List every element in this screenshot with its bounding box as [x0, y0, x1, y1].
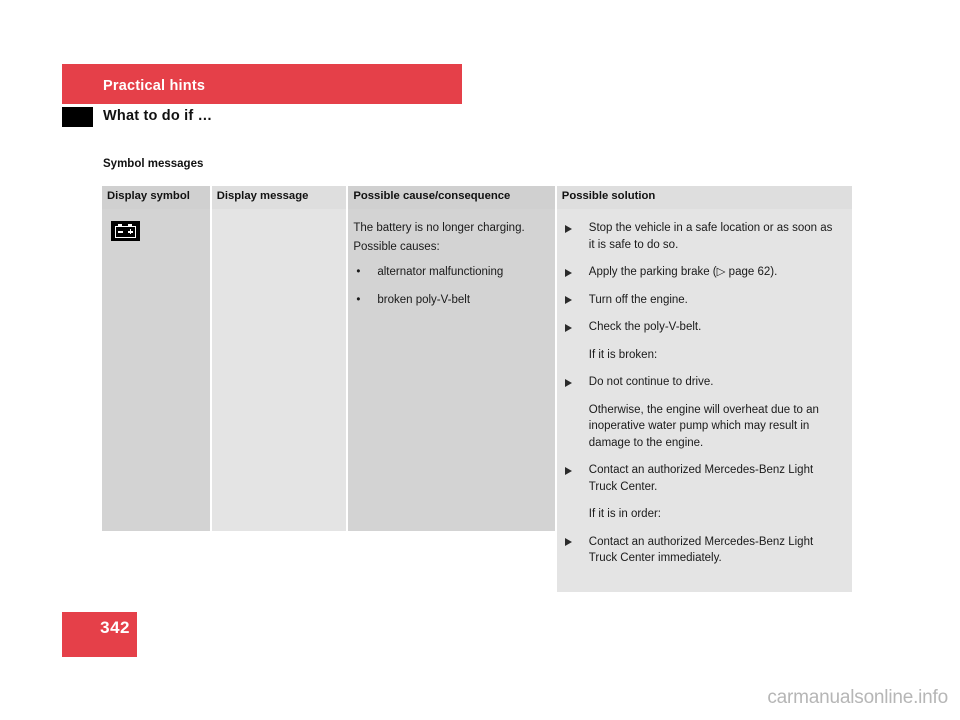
column-header-possible-cause: Possible cause/consequence: [348, 186, 555, 209]
arrow-triangle-icon: [564, 296, 572, 304]
battery-minus-sign: [118, 231, 123, 233]
arrow-triangle-icon: [564, 466, 572, 475]
solution-step-list: Stop the vehicle in a safe location or a…: [564, 220, 840, 567]
list-item: • broken poly-V-belt: [353, 292, 546, 309]
table-column-possible-solution: Possible solution Stop the vehicle in a …: [556, 186, 852, 592]
cell-possible-solution: Stop the vehicle in a safe location or a…: [556, 209, 852, 592]
solution-step-label: If it is broken:: [588, 348, 658, 361]
list-item-label: alternator malfunctioning: [377, 266, 504, 278]
solution-step-label: Apply the parking brake (▷ page 62).: [588, 266, 778, 278]
battery-icon: [111, 221, 140, 241]
cell-display-symbol: [102, 209, 210, 531]
cause-line: Possible causes:: [353, 240, 440, 253]
solution-step-label: Otherwise, the engine will overheat due …: [588, 403, 819, 449]
bullet-dot-icon: •: [356, 266, 361, 278]
chapter-title: Practical hints: [103, 78, 206, 94]
solution-step-label: If it is in order:: [588, 508, 661, 520]
solution-step-label: Check the poly-V-belt.: [588, 321, 702, 333]
arrow-triangle-icon: [564, 538, 572, 546]
solution-step-label: Contact an authorized Mercedes-Benz Ligh…: [588, 535, 814, 565]
arrow-triangle-icon: [564, 378, 572, 387]
cell-display-message: [211, 209, 347, 531]
page-number-box: 342: [62, 612, 137, 657]
solution-step-label: Do not continue to drive.: [588, 376, 714, 388]
solution-step: Contact an authorized Mercedes-Benz Ligh…: [564, 534, 840, 567]
column-header-possible-solution: Possible solution: [556, 186, 852, 209]
list-item: • alternator malfunctioning: [353, 264, 546, 281]
arrow-triangle-icon: [564, 323, 572, 332]
cell-possible-cause: The battery is no longer charging. Possi…: [348, 209, 555, 531]
subsection-title: Symbol messages: [103, 158, 204, 170]
watermark: carmanualsonline.info: [767, 687, 948, 708]
table-column-display-message: Display message: [211, 186, 347, 592]
section-marker: [62, 107, 93, 127]
bullet-dot-icon: •: [356, 293, 361, 306]
solution-step: Do not continue to drive.: [564, 374, 840, 391]
solution-step: Contact an authorized Mercedes-Benz Ligh…: [564, 462, 840, 495]
solution-condition-label: If it is broken:: [565, 347, 840, 364]
list-item-label: broken poly-V-belt: [377, 293, 471, 306]
column-header-display-symbol: Display symbol: [102, 186, 210, 209]
table-column-possible-cause: Possible cause/consequence The battery i…: [348, 186, 555, 592]
table-column-display-symbol: Display symbol: [102, 186, 210, 592]
solution-step-label: Turn off the engine.: [588, 293, 688, 306]
cause-line: The battery is no longer charging.: [353, 222, 525, 234]
solution-step-label: Stop the vehicle in a safe location or a…: [588, 222, 833, 251]
arrow-triangle-icon: [564, 268, 572, 277]
solution-step: Apply the parking brake (▷ page 62).: [564, 264, 840, 281]
solution-note: Otherwise, the engine will overheat due …: [565, 402, 840, 452]
section-title: What to do if …: [103, 108, 213, 124]
solution-step: Check the poly-V-belt.: [564, 319, 840, 336]
battery-plus-sign-vertical: [129, 229, 132, 234]
cause-bullet-list: • alternator malfunctioning • broken pol…: [353, 264, 546, 308]
solution-step: Stop the vehicle in a safe location or a…: [564, 220, 840, 253]
arrow-triangle-icon: [564, 224, 572, 233]
solution-condition-label: If it is in order:: [565, 506, 840, 523]
page-number: 342: [100, 618, 130, 637]
solution-step-label: Contact an authorized Mercedes-Benz Ligh…: [588, 464, 814, 493]
column-header-display-message: Display message: [211, 186, 347, 209]
solution-step: Turn off the engine.: [564, 292, 840, 309]
symbol-messages-table: Display symbol Display message Possible …: [102, 186, 852, 592]
